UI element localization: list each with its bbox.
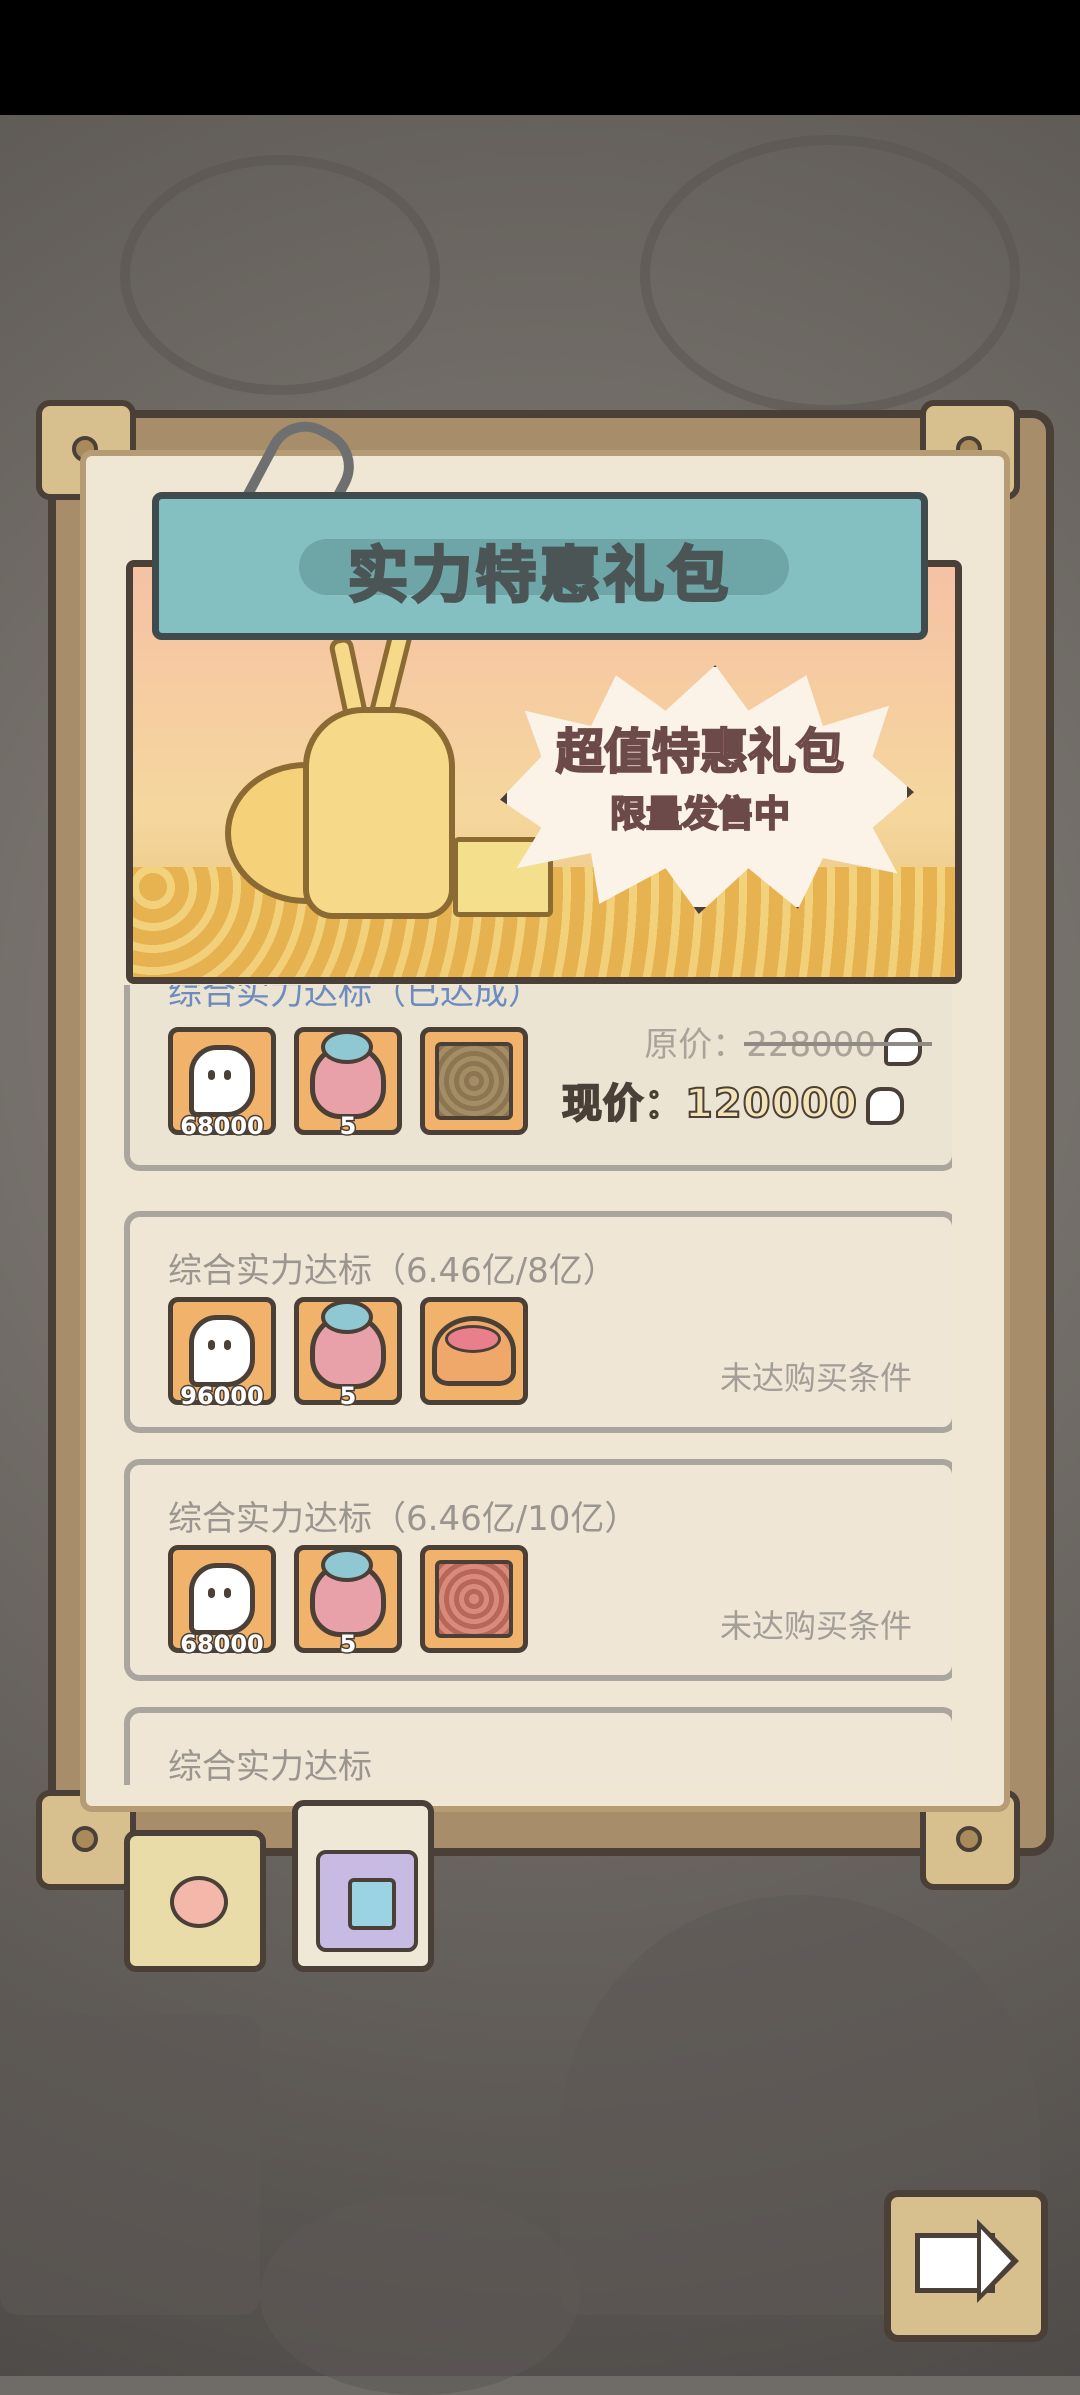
- background-machine: [0, 2015, 260, 2315]
- original-price: 原价：228000: [644, 1017, 932, 1066]
- background-pipe: [120, 155, 440, 395]
- reward-item[interactable]: [420, 1297, 528, 1405]
- reward-item[interactable]: [420, 1545, 528, 1653]
- ghost-currency-icon: [189, 1563, 255, 1635]
- pack-items: 68000 5: [168, 1545, 528, 1660]
- pouch-icon: [310, 1548, 386, 1637]
- item-count: 5: [338, 1629, 358, 1660]
- item-count: 68000: [179, 1629, 266, 1660]
- pack-title: 综合实力达标: [168, 1747, 372, 1785]
- reward-item[interactable]: 5: [294, 1297, 402, 1412]
- reward-item[interactable]: 68000: [168, 1027, 276, 1142]
- pack-list[interactable]: 综合实力达标（已达成） 68000 5 原价：228000 现价：120000 …: [120, 985, 952, 1785]
- ghost-currency-icon: [189, 1045, 255, 1117]
- pack-card[interactable]: 综合实力达标（6.46亿/8亿） 96000 5 未达购买条件: [124, 1211, 952, 1433]
- pack-card[interactable]: 综合实力达标: [124, 1707, 952, 1785]
- tab-gift-frame: [316, 1850, 418, 1952]
- item-count: 96000: [179, 1381, 266, 1412]
- reward-item[interactable]: 5: [294, 1027, 402, 1142]
- reward-item[interactable]: 68000: [168, 1545, 276, 1660]
- current-price-text: 现价：120000: [561, 1080, 858, 1128]
- pack-items: 96000 5: [168, 1297, 528, 1412]
- wood-frame-icon: [435, 1042, 513, 1120]
- title-banner: 实力特惠礼包: [152, 492, 928, 640]
- promo-subline: 限量发售中: [609, 793, 791, 836]
- pack-title: 综合实力达标（6.46亿/8亿）: [168, 1251, 617, 1291]
- pack-title: 综合实力达标（6.46亿/10亿）: [168, 1499, 639, 1539]
- tab-gift[interactable]: [292, 1800, 434, 1972]
- purchase-condition: 未达购买条件: [719, 1359, 912, 1397]
- pack-title: 综合实力达标（已达成）: [168, 985, 542, 1013]
- pack-card-achieved[interactable]: 综合实力达标（已达成） 68000 5 原价：228000 现价：120000: [124, 985, 952, 1171]
- next-button[interactable]: [884, 2190, 1048, 2342]
- ghost-currency-icon: [866, 1087, 904, 1125]
- item-count: 68000: [179, 1111, 266, 1142]
- pack-card[interactable]: 综合实力达标（6.46亿/10亿） 68000 5 未达购买条件: [124, 1459, 952, 1681]
- background-tank: [260, 2195, 580, 2395]
- item-count: 5: [338, 1111, 358, 1142]
- arrow-head: [977, 2219, 1019, 2303]
- ghost-currency-icon: [189, 1315, 255, 1387]
- snail-icon: [170, 1876, 228, 1928]
- page-title: 实力特惠礼包: [347, 540, 732, 613]
- reward-item[interactable]: 5: [294, 1545, 402, 1660]
- gift-box-icon: [348, 1878, 396, 1930]
- red-frame-icon: [435, 1560, 513, 1638]
- buy-price-button[interactable]: 现价：120000: [561, 1071, 904, 1129]
- purchase-condition: 未达购买条件: [719, 1607, 912, 1645]
- ghost-currency-icon: [884, 1027, 922, 1066]
- strikethrough-line: [744, 1041, 932, 1046]
- reward-item[interactable]: [420, 1027, 528, 1135]
- pouch-icon: [310, 1300, 386, 1389]
- reward-item[interactable]: 96000: [168, 1297, 276, 1412]
- item-count: 5: [338, 1381, 358, 1412]
- snail-character: [303, 707, 455, 919]
- pack-items: 68000 5: [168, 1027, 528, 1142]
- background-pipe: [640, 135, 1020, 415]
- pouch-icon: [310, 1030, 386, 1119]
- promo-headline: 超值特惠礼包: [555, 723, 845, 781]
- status-bar: [0, 0, 1080, 115]
- tab-snail[interactable]: [124, 1830, 266, 1972]
- cake-icon: [432, 1316, 516, 1386]
